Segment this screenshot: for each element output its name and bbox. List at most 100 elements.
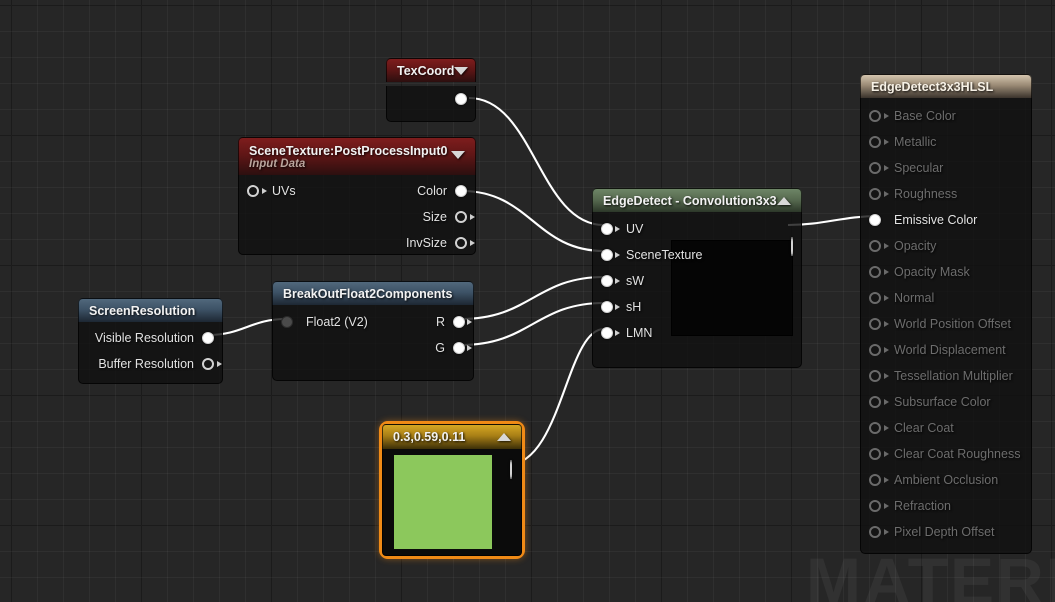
pin-metallic-input[interactable] (869, 136, 889, 148)
node-material-output[interactable]: EdgeDetect3x3HLSL Base Color Metallic Spec… (860, 74, 1032, 554)
node-scene-texture-subtitle: Input Data (249, 158, 306, 171)
pin-label-uvs: UVs (272, 184, 296, 198)
pin-row-g: G (273, 335, 473, 361)
pin-tessellation-multiplier-input[interactable] (869, 370, 889, 382)
node-texcoord[interactable]: TexCoord (386, 58, 476, 122)
node-texcoord-header[interactable]: TexCoord (386, 58, 476, 82)
node-constant-vector[interactable]: 0.3,0.59,0.11 (379, 421, 525, 559)
pin-row-refraction: Refraction (861, 493, 1031, 519)
pin-label-pixel-depth-offset: Pixel Depth Offset (894, 525, 995, 539)
material-watermark: MATERIAL (806, 544, 1055, 602)
node-material-output-header[interactable]: EdgeDetect3x3HLSL (860, 74, 1032, 98)
pin-row-visible-resolution: Visible Resolution (79, 325, 222, 351)
pin-label-sh: sH (626, 300, 642, 314)
pin-r-output[interactable] (453, 316, 472, 328)
pin-world-position-offset-input[interactable] (869, 318, 889, 330)
pin-label-opacity-mask: Opacity Mask (894, 265, 970, 279)
pin-row-sw: sW (593, 268, 801, 294)
pin-buffer-resolution-output[interactable] (202, 358, 222, 370)
pin-sh-input[interactable] (601, 301, 620, 313)
chevron-up-icon[interactable] (497, 433, 511, 441)
pin-g-output[interactable] (453, 342, 472, 354)
node-scene-texture-header[interactable]: SceneTexture:PostProcessInput0 Input Dat… (238, 137, 476, 175)
pin-label-normal: Normal (894, 291, 935, 305)
node-break-out-float2-header[interactable]: BreakOutFloat2Components (272, 281, 474, 305)
pin-size-output[interactable] (455, 211, 475, 223)
pin-lmn-input[interactable] (601, 327, 620, 339)
pin-sw-input[interactable] (601, 275, 620, 287)
wire-r-to-sw (460, 275, 605, 321)
node-material-output-body: Base Color Metallic Specular Roughness Emiss… (860, 98, 1032, 554)
pin-row-texcoord-out[interactable] (387, 86, 475, 112)
pin-label-color: Color (417, 184, 447, 198)
pin-ambient-occlusion-input[interactable] (869, 474, 889, 486)
node-scene-texture[interactable]: SceneTexture:PostProcessInput0 Input Dat… (238, 137, 476, 255)
pin-label-scenetexture: SceneTexture (626, 248, 703, 262)
pin-clear-coat-input[interactable] (869, 422, 889, 434)
node-screen-resolution-title: ScreenResolution (89, 303, 196, 318)
pin-row-roughness: Roughness (861, 181, 1031, 207)
node-screen-resolution-body: Visible Resolution Buffer Resolution (78, 322, 223, 384)
pin-opacity-input[interactable] (869, 240, 889, 252)
pin-color-output[interactable] (455, 185, 467, 197)
pin-refraction-input[interactable] (869, 500, 889, 512)
pin-row-lmn: LMN (593, 320, 801, 346)
pin-row-tessellation-multiplier: Tessellation Multiplier (861, 363, 1031, 389)
wire-g-to-sh (460, 301, 605, 347)
pin-row-invsize: InvSize (239, 230, 475, 256)
pin-specular-input[interactable] (869, 162, 889, 174)
node-screen-resolution-header[interactable]: ScreenResolution (78, 298, 223, 322)
pin-label-invsize: InvSize (406, 236, 447, 250)
pin-row-pixel-depth-offset: Pixel Depth Offset (861, 519, 1031, 545)
wire-scenetexture-to-scenetexture (461, 189, 605, 253)
pin-row-normal: Normal (861, 285, 1031, 311)
pin-row-world-displacement: World Displacement (861, 337, 1031, 363)
pin-opacity-mask-input[interactable] (869, 266, 889, 278)
pin-label-metallic: Metallic (894, 135, 937, 149)
pin-world-displacement-input[interactable] (869, 344, 889, 356)
pin-row-clear-coat-roughness: Clear Coat Roughness (861, 441, 1031, 467)
chevron-down-icon[interactable] (454, 66, 469, 75)
pin-scenetexture-input[interactable] (601, 249, 620, 261)
node-edge-detect[interactable]: EdgeDetect - Convolution3x3 UV SceneText… (592, 188, 802, 368)
pin-pixel-depth-offset-input[interactable] (869, 526, 889, 538)
node-break-out-float2[interactable]: BreakOutFloat2Components Float2 (V2) R G (272, 281, 474, 381)
pin-row-scenetexture: SceneTexture (593, 242, 801, 268)
pin-invsize-output[interactable] (455, 237, 475, 249)
pin-normal-input[interactable] (869, 292, 889, 304)
pin-label-g: G (435, 341, 445, 355)
color-swatch[interactable] (394, 455, 492, 549)
pin-row-base-color: Base Color (861, 103, 1031, 129)
pin-label-world-displacement: World Displacement (894, 343, 1006, 357)
pin-constant-output-wrap (510, 460, 512, 479)
pin-emissive-color-input[interactable] (869, 214, 881, 226)
pin-uv-input[interactable] (601, 223, 620, 235)
pin-uvs-input[interactable] (247, 185, 267, 197)
pin-label-tessellation-multiplier: Tessellation Multiplier (894, 369, 1013, 383)
pin-label-r: R (435, 315, 445, 329)
pin-label-opacity: Opacity (894, 239, 937, 253)
pin-label-world-position-offset: World Position Offset (894, 317, 1011, 331)
pin-row-emissive-color: Emissive Color (861, 207, 1031, 233)
node-screen-resolution[interactable]: ScreenResolution Visible Resolution Buff… (78, 298, 223, 384)
material-graph-canvas[interactable]: MATERIAL TexCoord SceneText (0, 0, 1055, 602)
pin-float2-input[interactable] (281, 316, 293, 328)
pin-texcoord-output[interactable] (455, 93, 467, 105)
node-edge-detect-header[interactable]: EdgeDetect - Convolution3x3 (592, 188, 802, 212)
node-scene-texture-title: SceneTexture:PostProcessInput0 (249, 143, 448, 158)
node-constant-vector-header[interactable]: 0.3,0.59,0.11 (382, 424, 522, 449)
chevron-down-icon[interactable] (451, 151, 465, 159)
pin-base-color-input[interactable] (869, 110, 889, 122)
pin-row-metallic: Metallic (861, 129, 1031, 155)
chevron-up-icon[interactable] (777, 196, 791, 205)
pin-row-opacity: Opacity (861, 233, 1031, 259)
pin-subsurface-color-input[interactable] (869, 396, 889, 408)
pin-roughness-input[interactable] (869, 188, 889, 200)
pin-constant-output[interactable] (510, 460, 512, 479)
pin-visible-resolution-output[interactable] (202, 332, 214, 344)
node-break-out-float2-body: Float2 (V2) R G (272, 305, 474, 381)
pin-label-buffer-resolution: Buffer Resolution (98, 357, 194, 371)
pin-label-roughness: Roughness (894, 187, 958, 201)
pin-label-size: Size (422, 210, 447, 224)
pin-clear-coat-roughness-input[interactable] (869, 448, 889, 460)
